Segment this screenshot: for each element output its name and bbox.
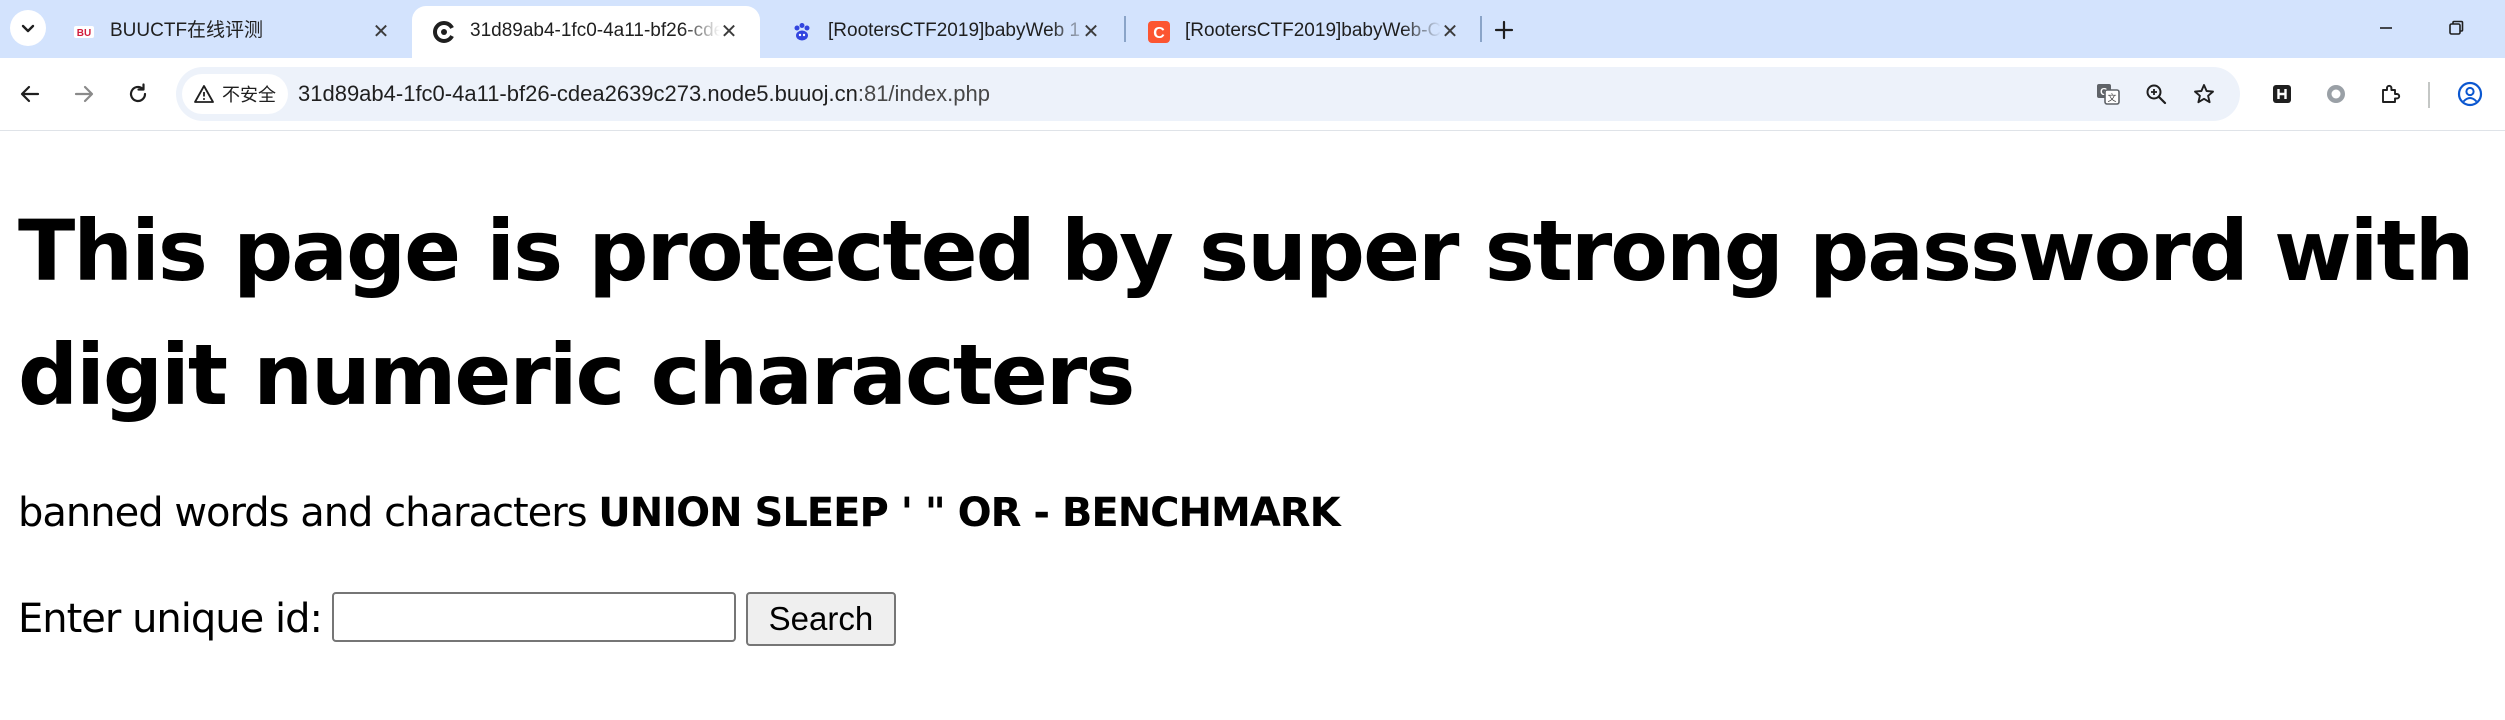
tab-buuctf[interactable]: BU BUUCTF在线评测 ✕ bbox=[52, 6, 412, 58]
minimize-button[interactable] bbox=[2366, 10, 2406, 46]
extensions-menu-button[interactable] bbox=[2370, 74, 2410, 114]
forward-button[interactable] bbox=[64, 74, 104, 114]
tab-title: [RootersCTF2019]babyWeb-CSDN bbox=[1185, 20, 1441, 41]
zoom-button[interactable] bbox=[2138, 76, 2174, 112]
tab-title: BUUCTF在线评测 bbox=[110, 20, 264, 41]
search-button[interactable]: Search bbox=[745, 592, 896, 646]
url-text[interactable]: 31d89ab4-1fc0-4a11-bf26-cdea2639c273.nod… bbox=[298, 81, 990, 107]
minimize-icon bbox=[2380, 27, 2392, 29]
tab-separator bbox=[1480, 16, 1482, 42]
close-tab-icon[interactable]: ✕ bbox=[716, 18, 742, 44]
translate-button[interactable]: G文 bbox=[2090, 76, 2126, 112]
tab-title: 31d89ab4-1fc0-4a11-bf26-cdea2639c273.nod… bbox=[470, 20, 720, 41]
extension-circle-button[interactable] bbox=[2316, 74, 2356, 114]
tab-baidu-search[interactable]: [RootersCTF2019]babyWeb 1 ✕ bbox=[770, 6, 1122, 58]
buuctf-favicon-icon: BU bbox=[72, 20, 96, 44]
tab-csdn[interactable]: C [RootersCTF2019]babyWeb-CSDN ✕ bbox=[1127, 6, 1481, 58]
puzzle-icon bbox=[2382, 84, 2401, 103]
unique-id-label: Enter unique id: bbox=[18, 596, 323, 642]
chevron-down-icon bbox=[21, 24, 35, 33]
svg-text:C: C bbox=[1153, 25, 1165, 42]
address-bar[interactable]: 不安全 31d89ab4-1fc0-4a11-bf26-cdea2639c273… bbox=[176, 67, 2240, 121]
not-secure-label: 不安全 bbox=[222, 85, 276, 105]
banned-words-line: banned words and characters UNION SLEEP … bbox=[18, 488, 1341, 538]
plus-icon bbox=[1494, 20, 1514, 40]
tab-strip: BU BUUCTF在线评测 ✕ 31d89ab4-1fc0-4a11-bf26-… bbox=[0, 0, 2505, 58]
baidu-paw-icon bbox=[790, 20, 814, 44]
arrow-left-icon bbox=[20, 85, 40, 103]
new-tab-button[interactable] bbox=[1486, 12, 1522, 48]
warning-triangle-icon bbox=[194, 85, 214, 103]
close-tab-icon[interactable]: ✕ bbox=[1078, 18, 1104, 44]
banned-prefix: banned words and characters bbox=[18, 490, 599, 536]
tab-search-button[interactable] bbox=[10, 10, 46, 46]
banned-list: UNION SLEEP ' " OR - BENCHMARK bbox=[598, 490, 1340, 536]
toolbar-divider bbox=[2428, 82, 2430, 108]
bookmark-button[interactable] bbox=[2186, 76, 2222, 112]
profile-button[interactable] bbox=[2450, 74, 2490, 114]
profile-avatar-icon bbox=[2457, 81, 2483, 107]
restore-icon bbox=[2449, 20, 2464, 35]
url-host: 31d89ab4-1fc0-4a11-bf26-cdea2639c273.nod… bbox=[298, 81, 858, 106]
hackbar-h-icon bbox=[2273, 85, 2291, 103]
reload-icon bbox=[129, 83, 147, 103]
back-button[interactable] bbox=[10, 74, 50, 114]
extension-ring-icon bbox=[2327, 85, 2345, 103]
star-icon bbox=[2194, 84, 2214, 104]
translate-icon: G文 bbox=[2097, 84, 2120, 105]
arrow-right-icon bbox=[74, 85, 94, 103]
tab-title: [RootersCTF2019]babyWeb 1 bbox=[828, 20, 1081, 41]
page-heading: This page is protected by super strong p… bbox=[18, 202, 2505, 424]
tab-active-index[interactable]: 31d89ab4-1fc0-4a11-bf26-cdea2639c273.nod… bbox=[412, 6, 760, 58]
zoom-in-icon bbox=[2146, 84, 2167, 105]
close-tab-icon[interactable]: ✕ bbox=[368, 18, 394, 44]
extension-h-button[interactable] bbox=[2262, 74, 2302, 114]
csdn-icon: C bbox=[1147, 20, 1171, 44]
close-tab-icon[interactable]: ✕ bbox=[1437, 18, 1463, 44]
svg-text:BU: BU bbox=[77, 28, 91, 39]
site-info-chip[interactable]: 不安全 bbox=[182, 74, 288, 114]
unique-id-input[interactable] bbox=[331, 592, 736, 642]
url-path: :81/index.php bbox=[857, 81, 990, 106]
reload-button[interactable] bbox=[118, 74, 158, 114]
site-favicon-icon bbox=[432, 20, 456, 44]
browser-toolbar: 不安全 31d89ab4-1fc0-4a11-bf26-cdea2639c273… bbox=[0, 58, 2505, 131]
restore-button[interactable] bbox=[2436, 10, 2476, 46]
page-content: This page is protected by super strong p… bbox=[0, 131, 2505, 720]
svg-text:文: 文 bbox=[2107, 92, 2116, 104]
tab-separator bbox=[1124, 16, 1126, 42]
